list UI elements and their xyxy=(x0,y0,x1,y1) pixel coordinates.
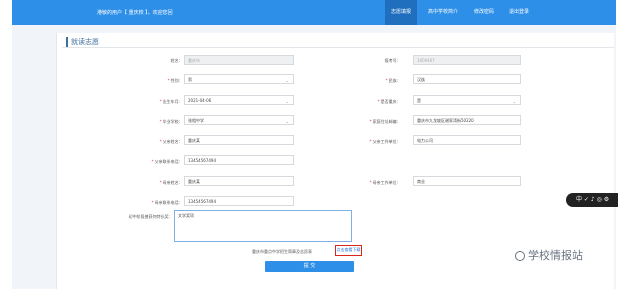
name-label: 姓名: xyxy=(170,58,180,63)
gender-select[interactable]: 男 ⌄ xyxy=(184,74,294,84)
nav-item-change-password[interactable]: 修改密码 xyxy=(468,0,500,25)
skills-label: 初中阶段曾获何特长奖: xyxy=(128,214,170,219)
ethnicity-label: *民族: xyxy=(385,78,398,83)
gender-label: *性别: xyxy=(167,78,180,83)
chevron-down-icon: ⌄ xyxy=(285,99,289,104)
mother-phone-label: *母亲联系电话: xyxy=(151,200,180,205)
exam-no-field: 1000467 xyxy=(413,55,521,65)
father-phone-field[interactable]: 13454567494 xyxy=(184,155,294,165)
mother-name-label: *母亲姓名: xyxy=(159,180,180,185)
chevron-down-icon: ⌄ xyxy=(285,119,289,124)
nav-item-school-intro[interactable]: 高中学校简介 xyxy=(423,0,463,25)
mother-work-field[interactable]: 商业 xyxy=(413,176,521,186)
watermark-text: 学校情报站 xyxy=(528,249,583,262)
father-name-field[interactable]: 重庆某 xyxy=(184,135,294,145)
section-title: 就读志愿 xyxy=(66,37,99,47)
welcome-text: 港敏的用户【 重庆校 】，欢迎您回 xyxy=(97,10,173,16)
grad-school-label: *毕业学校: xyxy=(159,119,180,124)
floating-toolbar[interactable]: 中 ✓ ♪ ◎ ⚙ xyxy=(566,193,618,207)
wechat-logo-icon xyxy=(515,251,525,261)
cq-hukou-select[interactable]: 是 ⌄ xyxy=(413,95,521,105)
ethnicity-field[interactable]: 汉族 xyxy=(413,74,521,84)
birth-date-field[interactable]: 2021-04-06 ⌄ xyxy=(184,95,294,105)
chevron-down-icon: ⌄ xyxy=(285,78,289,83)
section-divider xyxy=(62,47,614,48)
top-nav-bar: 港敏的用户【 重庆校 】，欢迎您回 志愿填报 高中学校简介 修改密码 退出登录 xyxy=(12,0,616,25)
submit-button[interactable]: 提 交 xyxy=(265,261,354,272)
home-address-field[interactable]: 重庆市九龙坡区谢家湾街50220 xyxy=(413,115,521,125)
mother-phone-field[interactable]: 13454567494 xyxy=(184,196,294,206)
cq-hukou-label: *是否重庆: xyxy=(377,99,398,104)
name-field: 重庆市 xyxy=(184,55,294,65)
watermark: 学校情报站 xyxy=(515,247,583,263)
father-work-field[interactable]: 电力公司 xyxy=(413,135,521,145)
mother-work-label: *母亲工作单位: xyxy=(369,180,398,185)
download-link[interactable]: 点击查看下载 xyxy=(335,245,362,256)
father-work-label: *父亲工作单位: xyxy=(369,139,398,144)
exam-no-label: 报考号: xyxy=(384,58,398,63)
father-phone-label: *父亲联系电话: xyxy=(151,159,180,164)
home-address-label: *家庭住址邮编: xyxy=(369,119,398,124)
mother-name-field[interactable]: 重庆某 xyxy=(184,176,294,186)
grad-school-select[interactable]: 张相中学 ⌄ xyxy=(184,115,294,125)
brochure-note: 重庆市重点中学招生简章及志愿表 xyxy=(252,249,312,254)
nav-item-volunteer[interactable]: 志愿填报 xyxy=(385,0,417,25)
father-name-label: *父亲姓名: xyxy=(159,139,180,144)
birth-label: *出生年月: xyxy=(159,99,180,104)
chevron-down-icon: ⌄ xyxy=(512,99,516,104)
skills-textarea[interactable]: 文学奖项 xyxy=(174,210,352,242)
nav-item-logout[interactable]: 退出登录 xyxy=(503,0,535,25)
